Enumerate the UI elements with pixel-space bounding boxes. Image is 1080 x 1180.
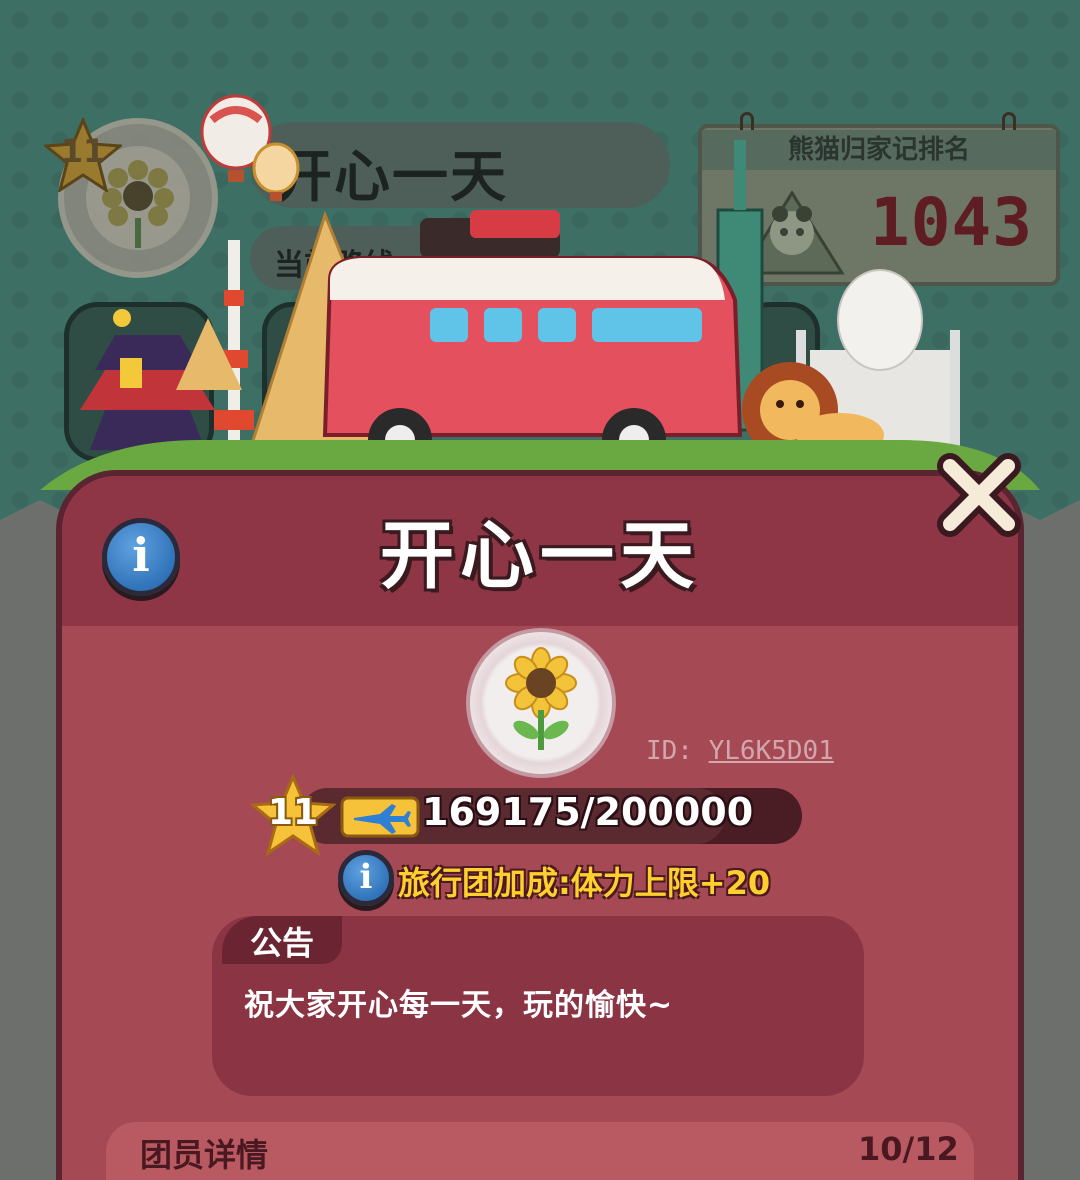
level-star-icon: 11 xyxy=(249,773,337,857)
travel-scenery xyxy=(40,94,1040,490)
panel-title: 开心一天 xyxy=(380,513,700,599)
panel-header: 开心一天 xyxy=(62,476,1018,626)
hot-air-balloon-icon xyxy=(200,94,300,201)
plane-ticket-icon xyxy=(340,796,420,838)
team-id-prefix: ID: xyxy=(646,736,693,766)
team-badge xyxy=(466,628,616,778)
bonus-info-button[interactable]: i xyxy=(338,850,394,906)
sunflower-icon xyxy=(505,647,577,750)
level-text: 11 xyxy=(267,792,319,833)
info-icon: i xyxy=(132,528,150,582)
progress-text: 169175/200000 xyxy=(422,790,754,834)
notice-body: 祝大家开心每一天，玩的愉快~ xyxy=(244,988,674,1023)
members-label: 团员详情 xyxy=(140,1136,269,1174)
camper-bus-icon xyxy=(322,210,743,472)
notice-title: 公告 xyxy=(250,924,315,962)
info-button[interactable]: i xyxy=(102,518,180,596)
bonus-text: 旅行团加成:体力上限+20 xyxy=(398,864,771,902)
info-icon: i xyxy=(359,857,373,897)
team-id-value[interactable]: YL6K5D01 xyxy=(709,736,834,766)
close-icon xyxy=(937,453,1021,537)
tokyo-tower-icon xyxy=(214,240,254,440)
team-id: ID: YL6K5D01 xyxy=(646,736,834,766)
members-count: 10/12 xyxy=(858,1130,959,1168)
close-button[interactable] xyxy=(936,452,1022,538)
